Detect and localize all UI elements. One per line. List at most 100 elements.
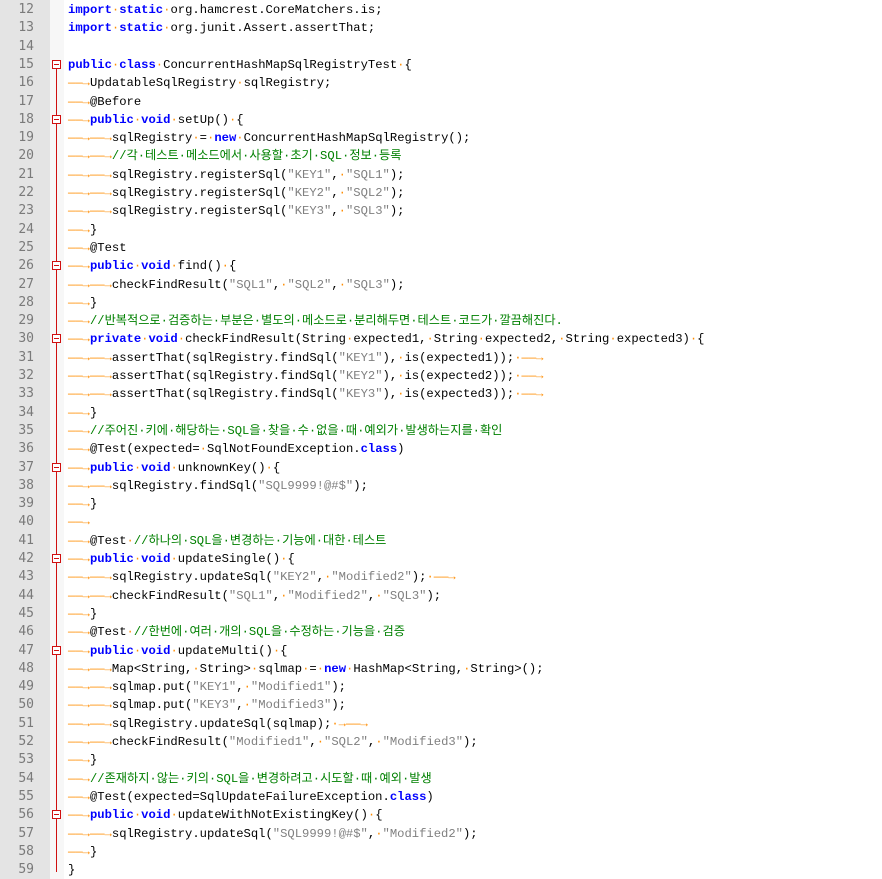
code-line[interactable]: 23 ——→——→sqlRegistry.registerSql("KEY3",·…: [0, 202, 882, 220]
space-marker: ·: [170, 552, 178, 566]
code-token: void: [141, 643, 171, 658]
code-line[interactable]: 31 ——→——→assertThat(sqlRegistry.findSql("…: [0, 349, 882, 367]
tab-marker: ——→: [68, 94, 90, 109]
code-token: HashMap<String,: [353, 661, 464, 676]
code-line[interactable]: 19 ——→——→sqlRegistry·=·new·ConcurrentHash…: [0, 129, 882, 147]
code-line[interactable]: 15 public·class·ConcurrentHashMapSqlRegis…: [0, 56, 882, 74]
code-line[interactable]: 57 ——→——→sqlRegistry.updateSql("SQL9999!@…: [0, 825, 882, 843]
code-line[interactable]: 41 ——→@Test·//하나의·SQL을·변경하는·기능에·대한·테스트: [0, 532, 882, 550]
code-token: sqlRegistry.registerSql(: [111, 186, 288, 200]
code-line[interactable]: 35 ——→//주어진·키에·해당하는·SQL을·찾을·수·없을·때·예외가·발생…: [0, 422, 882, 440]
code-line[interactable]: 17 ——→@Before: [0, 93, 882, 111]
line-number: 55: [18, 788, 34, 804]
code-token: "KEY1": [338, 350, 383, 365]
space-marker: ·: [338, 186, 346, 200]
code-line[interactable]: 46 ——→@Test·//한번에·여러·개의·SQL을·수정하는·기능을·검증: [0, 623, 882, 641]
code-token: "Modified3": [250, 698, 332, 713]
tab-marker: ——→——→: [68, 826, 112, 841]
code-line[interactable]: 50 ——→——→sqlmap.put("KEY3",·"Modified3");: [0, 696, 882, 714]
code-line[interactable]: 26 ——→public·void·find()·{: [0, 257, 882, 275]
code-line[interactable]: 42 ——→public·void·updateSingle()·{: [0, 550, 882, 568]
code-line[interactable]: 59}: [0, 861, 882, 879]
code-line[interactable]: 20 ——→——→//각·테스트·메소드에서·사용할·초기·SQL·정보·등록: [0, 147, 882, 165]
line-number: 12: [18, 2, 34, 17]
code-line[interactable]: 52 ——→——→checkFindResult("Modified1",·"SQ…: [0, 733, 882, 751]
fold-toggle-icon[interactable]: [52, 810, 61, 820]
tab-marker: ——→: [68, 460, 90, 475]
code-line[interactable]: 55 ——→@Test(expected=SqlUpdateFailureExce…: [0, 788, 882, 806]
tab-marker: ——→——→: [68, 588, 112, 603]
code-text: ——→——→assertThat(sqlRegistry.findSql("KE…: [68, 349, 543, 367]
fold-toggle-icon[interactable]: [52, 59, 61, 69]
code-line[interactable]: 53 ——→}: [0, 751, 882, 769]
fold-toggle-icon[interactable]: [52, 261, 61, 271]
space-marker: ·: [375, 588, 383, 603]
code-line[interactable]: 24 ——→}: [0, 221, 882, 239]
tab-marker: ——→——→: [68, 716, 112, 731]
code-line[interactable]: 28 ——→}: [0, 294, 882, 312]
code-line[interactable]: 30 ——→private·void·checkFindResult(String…: [0, 330, 882, 348]
code-line[interactable]: 49 ——→——→sqlmap.put("KEY1",·"Modified1");: [0, 678, 882, 696]
tab-marker: ——→: [68, 76, 90, 91]
tab-marker: ——→——→: [68, 277, 112, 292]
code-token: "SQL9999!@#$": [258, 478, 354, 493]
code-line[interactable]: 33 ——→——→assertThat(sqlRegistry.findSql("…: [0, 385, 882, 403]
code-line[interactable]: 21 ——→——→sqlRegistry.registerSql("KEY1",·…: [0, 166, 882, 184]
code-line[interactable]: 38 ——→——→sqlRegistry.findSql("SQL9999!@#$…: [0, 477, 882, 495]
code-line[interactable]: 14: [0, 38, 882, 56]
code-token: "SQL2": [324, 735, 368, 749]
line-number: 25: [18, 239, 34, 255]
code-token: static: [119, 21, 164, 36]
code-token: setUp(): [177, 112, 229, 127]
code-line[interactable]: 29 ——→//반복적으로·검증하는·부분은·별도의·메소드로·분리해두면·테스트…: [0, 312, 882, 330]
code-line[interactable]: 48 ——→——→Map<String,·String>·sqlmap·=·new…: [0, 660, 882, 678]
code-line[interactable]: 12 import·static·org.hamcrest.CoreMatcher…: [0, 1, 882, 19]
code-line[interactable]: 18 ——→public·void·setUp()·{: [0, 111, 882, 129]
code-line[interactable]: 25 ——→@Test: [0, 239, 882, 257]
line-number: 33: [18, 386, 34, 402]
fold-toggle-icon[interactable]: [52, 554, 61, 563]
code-line[interactable]: 36 ——→@Test(expected=·SqlNotFoundExceptio…: [0, 440, 882, 458]
line-number: 46: [18, 624, 34, 640]
space-marker: ·: [338, 204, 346, 219]
code-token: public: [89, 808, 134, 823]
code-line[interactable]: 47 ——→public·void·updateMulti()·{: [0, 642, 882, 660]
code-token: sqlRegistry.updateSql(sqlmap);: [111, 716, 332, 731]
code-line[interactable]: 40 ——→: [0, 513, 882, 531]
code-line[interactable]: 32 ——→——→assertThat(sqlRegistry.findSql("…: [0, 367, 882, 385]
fold-toggle-icon[interactable]: [52, 462, 61, 472]
code-text: ——→public·void·setUp()·{: [68, 111, 244, 129]
code-line[interactable]: 44 ——→——→checkFindResult("SQL1",·"Modifie…: [0, 587, 882, 605]
code-line[interactable]: 54 ——→//존재하지·않는·키의·SQL을·변경하려고·시도할·때·예외·발생: [0, 770, 882, 788]
code-token: //반복적으로·검증하는·부분은·별도의·메소드로·분리해두면·테스트·코드가·…: [89, 314, 563, 329]
fold-toggle-icon[interactable]: [52, 114, 61, 124]
code-token: "KEY3": [192, 698, 237, 713]
code-line[interactable]: 45 ——→}: [0, 605, 882, 623]
code-line[interactable]: 37 ——→public·void·unknownKey()·{: [0, 459, 882, 477]
fold-toggle-icon[interactable]: [52, 334, 61, 344]
code-text: ——→private·void·checkFindResult(String·e…: [68, 330, 704, 348]
code-text: ——→@Test: [68, 239, 127, 257]
tab-marker: ——→——→: [68, 149, 112, 164]
code-line[interactable]: 27 ——→——→checkFindResult("SQL1",·"SQL2",·…: [0, 276, 882, 294]
code-line[interactable]: 22 ——→——→sqlRegistry.registerSql("KEY2",·…: [0, 184, 882, 202]
fold-toggle-icon[interactable]: [52, 645, 61, 655]
code-token: void: [148, 332, 178, 347]
code-token: //주어진·키에·해당하는·SQL을·찾을·수·없을·때·예외가·발생하는지를·…: [89, 423, 503, 438]
code-line[interactable]: 58 ——→}: [0, 843, 882, 861]
code-line[interactable]: 16 ——→UpdatableSqlRegistry·sqlRegistry;: [0, 74, 882, 92]
code-line[interactable]: 34 ——→}: [0, 404, 882, 422]
line-number: 53: [18, 752, 34, 768]
space-marker: ·: [126, 625, 134, 640]
code-line[interactable]: 51 ——→——→sqlRegistry.updateSql(sqlmap);·→…: [0, 715, 882, 733]
space-marker: ·: [170, 112, 178, 127]
line-number: 22: [18, 185, 34, 200]
code-token: //하나의·SQL을·변경하는·기능에·대한·테스트: [133, 533, 387, 548]
code-token: @Test: [89, 625, 127, 640]
code-line[interactable]: 56 ——→public·void·updateWithNotExistingKe…: [0, 806, 882, 824]
code-line[interactable]: 43 ——→——→sqlRegistry.updateSql("KEY2", · "M…: [0, 568, 882, 586]
code-line[interactable]: 39 ——→}: [0, 495, 882, 513]
code-line[interactable]: 13 import·static·org.junit.Assert.assertT…: [0, 19, 882, 37]
code-token: ): [397, 442, 405, 457]
code-editor[interactable]: 12 import·static·org.hamcrest.CoreMatcher…: [0, 0, 882, 879]
